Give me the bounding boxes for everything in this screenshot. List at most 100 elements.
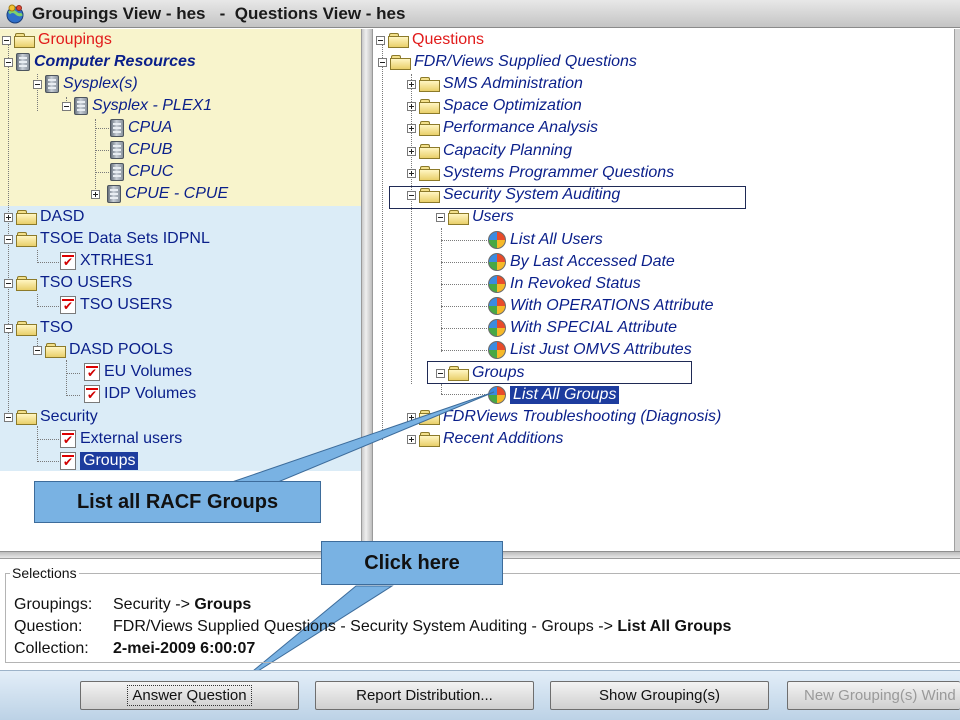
tree-node-groupings-root[interactable]: Groupings	[2, 29, 112, 51]
tree-node-external-users[interactable]: External users	[60, 428, 182, 450]
collapse-icon[interactable]	[4, 57, 13, 67]
tree-node-idp-volumes[interactable]: IDP Volumes	[84, 383, 196, 405]
expand-icon[interactable]	[407, 123, 416, 133]
tree-node-cpua[interactable]: CPUA	[110, 117, 172, 139]
checked-document-icon	[60, 252, 76, 270]
collapse-icon[interactable]	[378, 57, 387, 67]
tree-node-tso-users-item[interactable]: TSO USERS	[60, 294, 172, 316]
tree-node-questions-root[interactable]: Questions	[376, 29, 484, 51]
folder-icon	[388, 33, 409, 48]
tree-node-performance-analysis[interactable]: Performance Analysis	[407, 117, 598, 139]
recent-additions-label: Recent Additions	[443, 430, 564, 447]
collapse-icon[interactable]	[33, 345, 42, 355]
selection-groupings-row: Groupings: Security -> Groups	[14, 595, 251, 615]
folder-icon	[45, 343, 66, 358]
tree-node-troubleshooting[interactable]: FDRViews Troubleshooting (Diagnosis)	[407, 406, 721, 428]
tree-node-operations-attribute[interactable]: With OPERATIONS Attribute	[488, 295, 713, 317]
questions-root-label: Questions	[412, 31, 485, 48]
questions-scrollbar[interactable]	[954, 29, 960, 551]
selections-panel: Selections Groupings: Security -> Groups…	[5, 565, 960, 663]
user-question-label: In Revoked Status	[510, 275, 641, 292]
folder-icon	[390, 55, 411, 70]
dasd-label: DASD	[40, 208, 85, 225]
collapse-icon[interactable]	[2, 35, 11, 45]
tree-node-security[interactable]: Security	[4, 406, 98, 428]
expand-icon[interactable]	[407, 168, 416, 178]
collapse-icon[interactable]	[4, 323, 13, 333]
report-distribution-button[interactable]: Report Distribution...	[315, 681, 534, 710]
tree-node-sysplexes[interactable]: Sysplex(s)	[33, 73, 138, 95]
collapse-icon[interactable]	[4, 278, 13, 288]
tree-node-list-all-groups-selected[interactable]: List All Groups	[488, 384, 620, 406]
question-icon	[488, 253, 506, 271]
tree-node-omvs-attributes[interactable]: List Just OMVS Attributes	[488, 339, 692, 361]
folder-icon	[16, 210, 37, 225]
groupings-pane[interactable]: Groupings Computer Resources Sysplex(s) …	[0, 29, 361, 471]
supplied-questions-label: FDR/Views Supplied Questions	[414, 53, 637, 70]
server-icon	[110, 163, 124, 181]
expand-icon[interactable]	[407, 412, 416, 422]
tree-node-users[interactable]: Users	[436, 206, 514, 228]
tree-node-systems-programmer[interactable]: Systems Programmer Questions	[407, 162, 674, 184]
tree-node-computer-resources[interactable]: Computer Resources	[4, 51, 196, 73]
user-question-label: With OPERATIONS Attribute	[510, 297, 714, 314]
expand-icon[interactable]	[4, 212, 13, 222]
tree-node-sms-administration[interactable]: SMS Administration	[407, 73, 583, 95]
expand-icon[interactable]	[91, 189, 100, 199]
tree-node-tso-users-group[interactable]: TSO USERS	[4, 272, 132, 294]
tree-node-capacity-planning[interactable]: Capacity Planning	[407, 140, 572, 162]
cpu-label: CPUE - CPUE	[125, 185, 229, 202]
category-label: Systems Programmer Questions	[443, 164, 675, 181]
tree-node-cpue[interactable]: CPUE - CPUE	[91, 183, 228, 205]
groupings-path: Security ->	[113, 596, 195, 613]
tso-label: TSO	[40, 319, 73, 336]
questions-pane[interactable]: Questions FDR/Views Supplied Questions S…	[373, 29, 954, 551]
external-users-label: External users	[80, 430, 183, 447]
collapse-icon[interactable]	[4, 412, 13, 422]
new-groupings-window-button[interactable]: New Grouping(s) Wind	[787, 681, 960, 710]
checked-document-icon	[60, 430, 76, 448]
question-icon	[488, 275, 506, 293]
expand-icon[interactable]	[407, 434, 416, 444]
question-icon	[488, 341, 506, 359]
tree-node-cpub[interactable]: CPUB	[110, 139, 172, 161]
tree-node-list-all-users[interactable]: List All Users	[488, 229, 603, 251]
tree-node-revoked-status[interactable]: In Revoked Status	[488, 273, 641, 295]
sysplex-plex1-label: Sysplex - PLEX1	[92, 97, 213, 114]
window-title: Groupings View - hes - Questions View - …	[32, 3, 406, 23]
collapse-icon[interactable]	[376, 35, 385, 45]
idp-volumes-label: IDP Volumes	[104, 385, 197, 402]
click-here-callout: Click here	[321, 541, 503, 585]
pane-splitter[interactable]	[361, 29, 373, 551]
tree-node-sysplex-plex1[interactable]: Sysplex - PLEX1	[62, 95, 212, 117]
category-label: SMS Administration	[443, 75, 583, 92]
tree-node-space-optimization[interactable]: Space Optimization	[407, 95, 582, 117]
collapse-icon[interactable]	[4, 234, 13, 244]
tree-node-cpuc[interactable]: CPUC	[110, 161, 173, 183]
tree-node-tsoe-data-sets[interactable]: TSOE Data Sets IDPNL	[4, 228, 210, 250]
expand-icon[interactable]	[407, 79, 416, 89]
question-icon	[488, 297, 506, 315]
tree-node-dasd[interactable]: DASD	[4, 206, 84, 228]
sysplexes-label: Sysplex(s)	[63, 75, 138, 92]
show-groupings-button[interactable]: Show Grouping(s)	[550, 681, 769, 710]
collapse-icon[interactable]	[33, 79, 42, 89]
tree-node-recent-additions[interactable]: Recent Additions	[407, 428, 563, 450]
tree-node-dasd-pools[interactable]: DASD POOLS	[33, 339, 173, 361]
collapse-icon[interactable]	[62, 101, 71, 111]
tree-node-tso[interactable]: TSO	[4, 317, 73, 339]
answer-question-button[interactable]: Answer Question	[80, 681, 299, 710]
category-label: Capacity Planning	[443, 142, 572, 159]
tree-node-special-attribute[interactable]: With SPECIAL Attribute	[488, 317, 677, 339]
selections-legend: Selections	[10, 565, 79, 581]
tree-node-supplied-questions[interactable]: FDR/Views Supplied Questions	[378, 51, 637, 73]
checked-document-icon	[60, 296, 76, 314]
expand-icon[interactable]	[407, 101, 416, 111]
tree-node-groups-selected[interactable]: Groups	[60, 450, 139, 471]
tree-node-xtrhes1[interactable]: XTRHES1	[60, 250, 154, 272]
collapse-icon[interactable]	[436, 212, 445, 222]
tree-node-eu-volumes[interactable]: EU Volumes	[84, 361, 192, 383]
tree-node-by-last-accessed[interactable]: By Last Accessed Date	[488, 251, 675, 273]
cpu-label: CPUA	[128, 119, 173, 136]
expand-icon[interactable]	[407, 146, 416, 156]
